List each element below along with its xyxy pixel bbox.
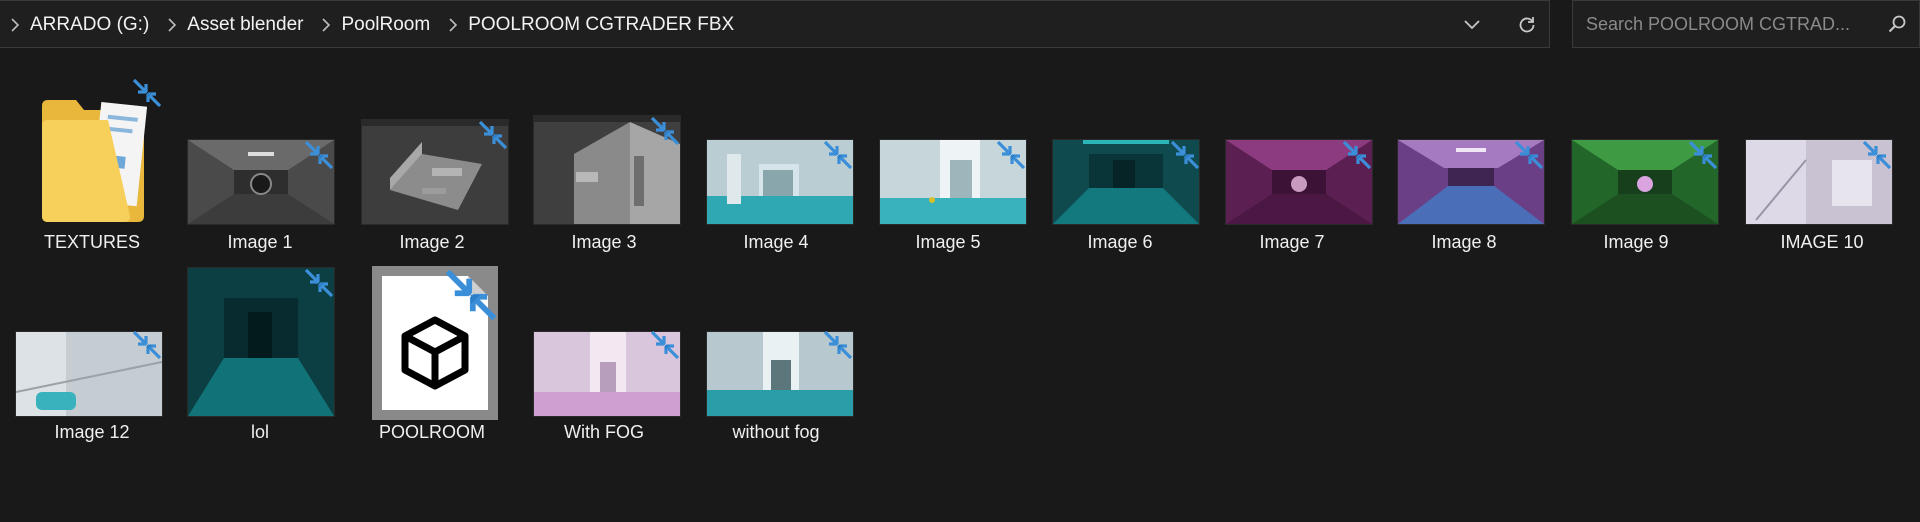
file-item-poolroom-model[interactable]: POOLROOM: [352, 262, 512, 452]
file-name: Image 1: [227, 232, 293, 252]
sync-status-icon: [132, 330, 162, 360]
file-name: Image 2: [399, 232, 465, 252]
breadcrumb-item-drive[interactable]: ARRADO (G:): [30, 14, 157, 36]
sync-status-icon: [823, 330, 853, 360]
breadcrumb-item-poolroom[interactable]: PoolRoom: [341, 14, 438, 36]
sync-status-icon: [1170, 140, 1200, 170]
search-box[interactable]: Search POOLROOM CGTRAD...: [1572, 0, 1920, 48]
sync-status-icon: [650, 116, 680, 146]
file-name: Image 8: [1431, 232, 1497, 252]
address-dropdown-button[interactable]: [1456, 9, 1488, 41]
sync-status-icon: [1862, 140, 1892, 170]
file-item-image-5[interactable]: Image 5: [868, 72, 1028, 262]
file-item-image-9[interactable]: Image 9: [1556, 72, 1718, 262]
sync-status-icon: [650, 330, 680, 360]
file-item-with-fog[interactable]: With FOG: [524, 262, 684, 452]
sync-status-icon: [444, 268, 498, 322]
sync-status-icon: [304, 268, 334, 298]
file-item-image-1[interactable]: Image 1: [180, 72, 340, 262]
file-name: POOLROOM: [378, 422, 485, 442]
address-bar[interactable]: ARRADO (G:) Asset blender PoolRoom POOLR…: [0, 0, 1550, 48]
file-item-image-2[interactable]: Image 2: [352, 72, 512, 262]
file-item-image-6[interactable]: Image 6: [1040, 72, 1200, 262]
chevron-right-icon[interactable]: [157, 1, 187, 49]
sync-status-icon: [1514, 140, 1544, 170]
file-item-image-12[interactable]: Image 12: [12, 262, 172, 452]
breadcrumb-item-asset-blender[interactable]: Asset blender: [187, 14, 311, 36]
file-item-lol[interactable]: lol: [180, 262, 340, 452]
refresh-icon: [1519, 17, 1535, 33]
search-icon[interactable]: [1887, 14, 1907, 34]
sync-status-icon: [823, 140, 853, 170]
search-input[interactable]: Search POOLROOM CGTRAD...: [1586, 1, 1850, 47]
breadcrumb-item-current-folder[interactable]: POOLROOM CGTRADER FBX: [468, 14, 742, 36]
sync-status-icon: [132, 78, 162, 108]
file-item-image-4[interactable]: Image 4: [696, 72, 856, 262]
breadcrumb: ARRADO (G:) Asset blender PoolRoom POOLR…: [0, 1, 742, 49]
chevron-right-icon[interactable]: [0, 1, 30, 49]
sync-status-icon: [1688, 140, 1718, 170]
navigation-bar: ARRADO (G:) Asset blender PoolRoom POOLR…: [0, 0, 1920, 60]
file-name: without fog: [732, 422, 820, 442]
file-name: Image 5: [915, 232, 981, 252]
chevron-right-icon[interactable]: [438, 1, 468, 49]
file-name: Image 6: [1087, 232, 1153, 252]
file-name: Image 7: [1259, 232, 1325, 252]
file-item-image-3[interactable]: Image 3: [524, 72, 684, 262]
file-item-image-10[interactable]: IMAGE 10: [1742, 72, 1902, 262]
refresh-button[interactable]: [1510, 9, 1544, 41]
file-name: IMAGE 10: [1780, 232, 1864, 252]
file-item-image-8[interactable]: Image 8: [1384, 72, 1544, 262]
file-name: Image 3: [571, 232, 637, 252]
file-name: Image 4: [743, 232, 809, 252]
file-item-without-fog[interactable]: without fog: [696, 262, 856, 452]
sync-status-icon: [996, 140, 1026, 170]
file-name: Image 9: [1603, 232, 1669, 252]
file-item-image-7[interactable]: Image 7: [1212, 72, 1372, 262]
file-item-textures[interactable]: TEXTURES: [12, 72, 172, 262]
file-name: lol: [250, 422, 269, 442]
file-name: Image 12: [54, 422, 130, 442]
sync-status-icon: [304, 140, 334, 170]
sync-status-icon: [1342, 140, 1372, 170]
chevron-right-icon[interactable]: [311, 1, 341, 49]
file-name: With FOG: [564, 422, 644, 442]
sync-status-icon: [478, 120, 508, 150]
chevron-down-icon: [1464, 20, 1480, 30]
file-name: TEXTURES: [43, 232, 140, 252]
